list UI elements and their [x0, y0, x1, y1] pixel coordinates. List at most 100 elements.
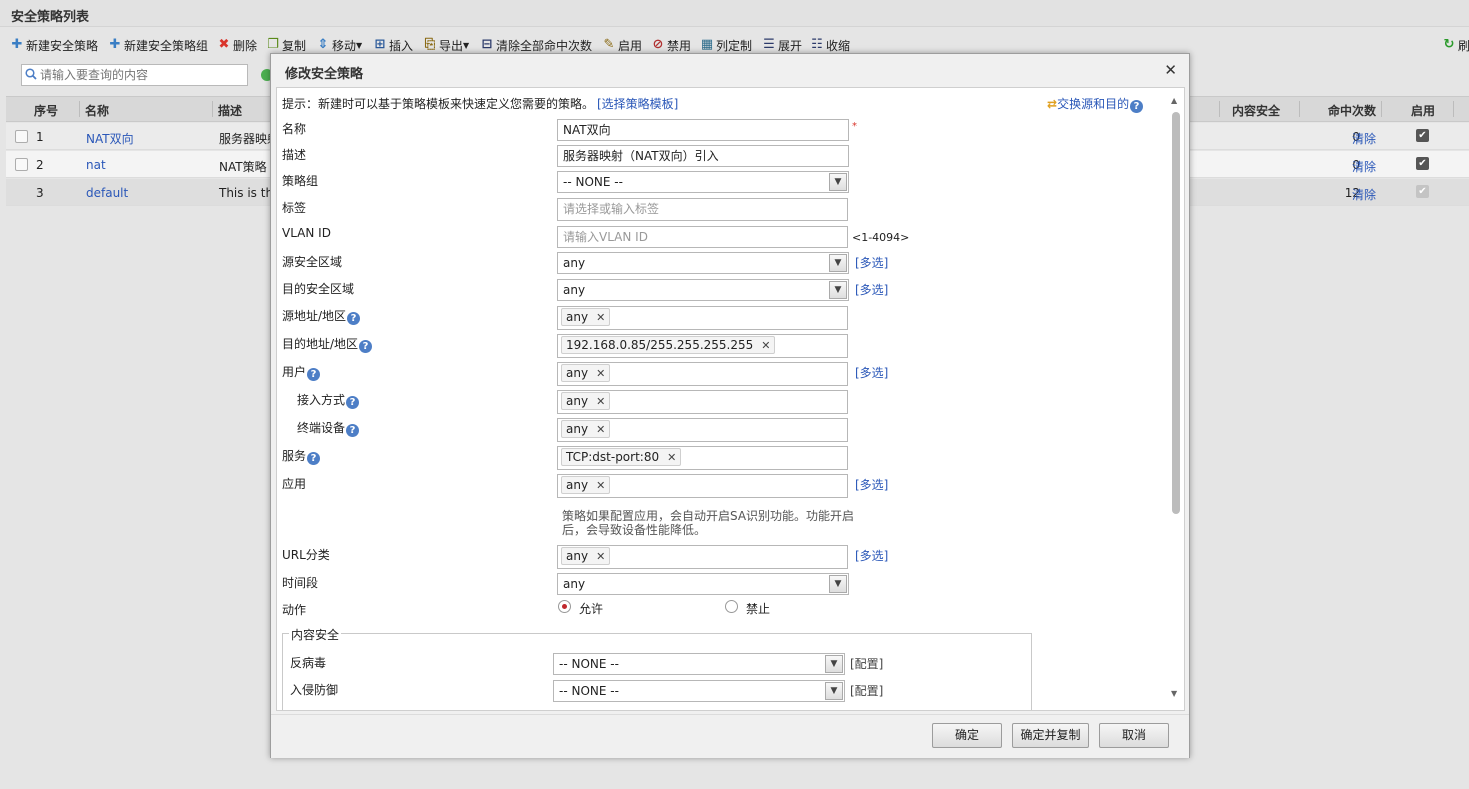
- remove-tag-icon[interactable]: ✕: [596, 479, 605, 492]
- tag-input[interactable]: 请选择或输入标签: [557, 198, 848, 221]
- enable-button[interactable]: ✎ 启用: [602, 36, 642, 54]
- delete-button[interactable]: ✖ 删除: [217, 36, 257, 54]
- dialog-body: 提示：新建时可以基于策略模板来快速定义您需要的策略。 [选择策略模板] ⇄交换源…: [276, 87, 1185, 711]
- remove-tag-icon[interactable]: ✕: [596, 367, 605, 380]
- row-desc: NAT策略: [219, 160, 267, 174]
- group-select[interactable]: -- NONE -- ▼: [557, 171, 849, 193]
- refresh-button[interactable]: ↻ 刷: [1442, 36, 1469, 54]
- allow-label[interactable]: 允许: [579, 600, 603, 617]
- row-name-link[interactable]: nat: [86, 158, 106, 172]
- service-input[interactable]: TCP:dst-port:80 ✕: [557, 446, 848, 470]
- disable-button[interactable]: ⊘ 禁用: [651, 36, 691, 54]
- deny-radio[interactable]: [725, 600, 738, 613]
- search-icon: [25, 68, 37, 80]
- col-seq[interactable]: 序号: [34, 102, 58, 119]
- cancel-button[interactable]: 取消: [1099, 723, 1169, 748]
- ok-copy-button[interactable]: 确定并复制: [1012, 723, 1089, 748]
- src-zone-multi-link[interactable]: [多选]: [855, 254, 888, 271]
- scroll-up-icon[interactable]: ▲: [1171, 96, 1177, 105]
- dst-addr-input[interactable]: 192.168.0.85/255.255.255.255 ✕: [557, 334, 848, 358]
- help-icon[interactable]: ?: [307, 368, 321, 381]
- close-icon[interactable]: ✕: [1164, 61, 1177, 79]
- collapse-button[interactable]: ☷ 收缩: [810, 36, 850, 54]
- col-divider: [79, 101, 80, 117]
- col-enabled[interactable]: 启用: [1411, 102, 1435, 119]
- access-tag: any ✕: [561, 392, 611, 410]
- antivirus-select[interactable]: -- NONE -- ▼: [553, 653, 845, 675]
- help-icon[interactable]: ?: [347, 312, 361, 325]
- help-icon[interactable]: ?: [1130, 100, 1144, 113]
- src-zone-select[interactable]: any ▼: [557, 252, 849, 274]
- row-clear-link[interactable]: 清除: [1352, 130, 1376, 147]
- remove-tag-icon[interactable]: ✕: [596, 395, 605, 408]
- row-checkbox[interactable]: [15, 158, 28, 171]
- new-group-button[interactable]: ✚ 新建安全策略组: [108, 36, 208, 54]
- new-policy-button[interactable]: ✚ 新建安全策略: [10, 36, 98, 54]
- app-multi-link[interactable]: [多选]: [855, 476, 888, 493]
- access-input[interactable]: any ✕: [557, 390, 848, 414]
- required-mark: *: [852, 121, 857, 132]
- row-checkbox[interactable]: [15, 130, 28, 143]
- remove-tag-icon[interactable]: ✕: [761, 339, 770, 352]
- row-name-link[interactable]: NAT双向: [86, 130, 134, 147]
- remove-tag-icon[interactable]: ✕: [667, 451, 676, 464]
- col-hits[interactable]: 命中次数: [1328, 102, 1376, 119]
- row-enabled-checkbox[interactable]: ✔: [1416, 129, 1429, 142]
- col-content-security[interactable]: 内容安全: [1232, 102, 1280, 119]
- dialog-scrollbar[interactable]: ▲ ▼: [1167, 88, 1184, 710]
- dst-zone-multi-link[interactable]: [多选]: [855, 281, 888, 298]
- src-addr-input[interactable]: any ✕: [557, 306, 848, 330]
- help-icon[interactable]: ?: [346, 424, 360, 437]
- expand-button[interactable]: ☰ 展开: [762, 36, 802, 54]
- move-button[interactable]: ⇕ 移动 ▼: [316, 36, 363, 54]
- allow-radio[interactable]: [558, 600, 571, 613]
- insert-label: 插入: [389, 38, 414, 53]
- device-input[interactable]: any ✕: [557, 418, 848, 442]
- vlan-range-hint: <1-4094>: [852, 231, 910, 244]
- columns-button[interactable]: ▦ 列定制: [700, 36, 752, 54]
- help-icon[interactable]: ?: [346, 396, 360, 409]
- scroll-down-icon[interactable]: ▼: [1171, 689, 1177, 698]
- deny-label[interactable]: 禁止: [746, 600, 770, 617]
- remove-tag-icon[interactable]: ✕: [596, 311, 605, 324]
- disable-label: 禁用: [667, 38, 692, 53]
- help-icon[interactable]: ?: [359, 340, 373, 353]
- remove-tag-icon[interactable]: ✕: [596, 550, 605, 563]
- row-name-link[interactable]: default: [86, 186, 128, 200]
- row-enabled-checkbox[interactable]: ✔: [1416, 157, 1429, 170]
- app-input[interactable]: any ✕: [557, 474, 848, 498]
- swap-icon: ⇄: [1047, 97, 1058, 111]
- desc-input[interactable]: 服务器映射（NAT双向）引入: [557, 145, 849, 167]
- template-link[interactable]: [选择策略模板]: [597, 95, 678, 112]
- scroll-thumb[interactable]: [1172, 112, 1180, 514]
- user-label: 用户?: [282, 363, 321, 381]
- col-desc[interactable]: 描述: [218, 102, 242, 119]
- col-name[interactable]: 名称: [85, 102, 109, 119]
- export-button[interactable]: ⎘ 导出 ▼: [423, 36, 469, 54]
- help-icon[interactable]: ?: [307, 452, 321, 465]
- row-clear-link[interactable]: 清除: [1352, 186, 1376, 203]
- vlan-input[interactable]: 请输入VLAN ID: [557, 226, 848, 248]
- user-input[interactable]: any ✕: [557, 362, 848, 386]
- insert-button[interactable]: ⊞ 插入: [373, 36, 413, 54]
- ips-select[interactable]: -- NONE -- ▼: [553, 680, 845, 702]
- remove-tag-icon[interactable]: ✕: [596, 423, 605, 436]
- swap-link[interactable]: ⇄交换源和目的?: [1047, 95, 1144, 113]
- chevron-down-icon: ▼: [829, 173, 847, 191]
- time-select[interactable]: any ▼: [557, 573, 849, 595]
- tag-text: TCP:dst-port:80: [566, 450, 660, 464]
- caret-down-icon: ▼: [463, 40, 470, 50]
- src-addr-label-text: 源地址/地区: [282, 309, 347, 323]
- search-input[interactable]: [40, 66, 240, 84]
- ok-button[interactable]: 确定: [932, 723, 1002, 748]
- url-multi-link[interactable]: [多选]: [855, 547, 888, 564]
- name-input[interactable]: NAT双向: [557, 119, 849, 141]
- url-input[interactable]: any ✕: [557, 545, 848, 569]
- clear-hits-button[interactable]: ⊟ 清除全部命中次数: [480, 36, 592, 54]
- row-clear-link[interactable]: 清除: [1352, 158, 1376, 175]
- antivirus-config-link[interactable]: [配置]: [850, 655, 883, 672]
- copy-button[interactable]: ❐ 复制: [266, 36, 306, 54]
- user-multi-link[interactable]: [多选]: [855, 364, 888, 381]
- ips-config-link[interactable]: [配置]: [850, 682, 883, 699]
- dst-zone-select[interactable]: any ▼: [557, 279, 849, 301]
